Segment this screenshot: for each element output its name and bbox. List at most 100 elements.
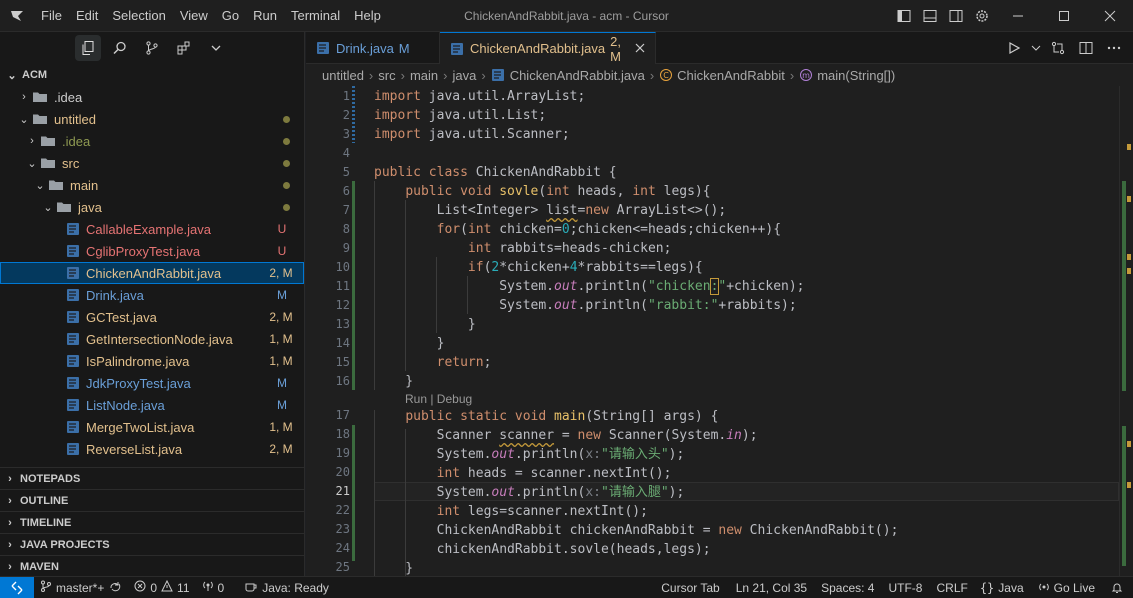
- close-window-button[interactable]: [1087, 0, 1133, 32]
- breadcrumb-java[interactable]: java: [452, 68, 476, 83]
- menu-terminal[interactable]: Terminal: [284, 0, 347, 32]
- tree-folder-idea-nested[interactable]: › .idea: [0, 130, 304, 152]
- tree-file-getintersectionnode[interactable]: GetIntersectionNode.java 1, M: [0, 328, 304, 350]
- java-status[interactable]: Java: Ready: [238, 580, 335, 595]
- section-notepads[interactable]: › NOTEPADS: [0, 467, 304, 489]
- line-number: 16: [335, 374, 350, 388]
- code-editor[interactable]: 1 2 3 4 5 6 7 8 9 10 11 12 13 14 15 16 1…: [306, 86, 1133, 576]
- maximize-button[interactable]: [1041, 0, 1087, 32]
- ports-status[interactable]: 0: [196, 580, 231, 595]
- line-number-gutter: 1 2 3 4 5 6 7 8 9 10 11 12 13 14 15 16 1…: [306, 86, 356, 576]
- menu-view[interactable]: View: [173, 0, 215, 32]
- git-branch-status[interactable]: master*+: [34, 580, 128, 595]
- chevron-down-icon: ⌄: [43, 201, 53, 214]
- cursor-position[interactable]: Ln 21, Col 35: [730, 581, 815, 595]
- source-control-icon[interactable]: [139, 35, 165, 61]
- overview-ruler-scrollbar[interactable]: [1119, 86, 1133, 576]
- section-maven[interactable]: › MAVEN: [0, 555, 304, 577]
- tree-file-jdkproxytest[interactable]: JdkProxyTest.java M: [0, 372, 304, 394]
- java-file-icon: [66, 332, 80, 346]
- menu-go[interactable]: Go: [215, 0, 246, 32]
- chevron-right-icon: ›: [8, 494, 12, 507]
- go-live-button[interactable]: Go Live: [1030, 581, 1101, 596]
- section-outline[interactable]: › OUTLINE: [0, 489, 304, 511]
- notifications-bell-icon[interactable]: [1101, 582, 1133, 594]
- indentation-status[interactable]: Spaces: 4: [815, 581, 882, 595]
- java-file-icon: [66, 398, 80, 412]
- breadcrumb-main[interactable]: main: [410, 68, 438, 83]
- minimize-button[interactable]: [995, 0, 1041, 32]
- explorer-files-icon[interactable]: [75, 35, 101, 61]
- tree-file-gctest[interactable]: GCTest.java 2, M: [0, 306, 304, 328]
- remote-window-icon[interactable]: [0, 576, 34, 598]
- breadcrumb-class[interactable]: C ChickenAndRabbit: [659, 68, 785, 83]
- menu-help[interactable]: Help: [347, 0, 388, 32]
- run-play-icon[interactable]: [1003, 37, 1025, 59]
- error-icon: [134, 580, 146, 595]
- explorer-root-acm[interactable]: ⌄ ACM: [0, 64, 304, 86]
- tree-file-drink[interactable]: Drink.java M: [0, 284, 304, 306]
- problems-status[interactable]: 0 11: [128, 579, 195, 595]
- open-changes-icon[interactable]: [1047, 37, 1069, 59]
- more-actions-icon[interactable]: [1103, 37, 1125, 59]
- split-editor-icon[interactable]: [1075, 37, 1097, 59]
- tab-chickenandrabbit-java[interactable]: ChickenAndRabbit.java 2, M: [440, 32, 656, 64]
- tree-folder-src[interactable]: ⌄ src: [0, 152, 304, 174]
- line-number: 11: [335, 279, 350, 293]
- tree-file-mergetwolist[interactable]: MergeTwoList.java 1, M: [0, 416, 304, 438]
- tree-file-cglibproxytest[interactable]: CglibProxyTest.java U: [0, 240, 304, 262]
- section-java-projects[interactable]: › JAVA PROJECTS: [0, 533, 304, 555]
- breadcrumb-file[interactable]: ChickenAndRabbit.java: [491, 68, 645, 83]
- eol-status[interactable]: CRLF: [930, 581, 973, 595]
- line-number: 13: [335, 317, 350, 331]
- encoding-status[interactable]: UTF-8: [882, 581, 930, 595]
- folder-icon: [40, 135, 56, 147]
- breadcrumb-src[interactable]: src: [378, 68, 395, 83]
- line-number: 23: [335, 522, 350, 536]
- modified-dot: [283, 203, 290, 211]
- menu-selection[interactable]: Selection: [105, 0, 172, 32]
- tab-drink-java[interactable]: Drink.java M: [306, 32, 440, 64]
- tree-folder-idea[interactable]: › .idea: [0, 86, 304, 108]
- java-file-icon: [66, 376, 80, 390]
- line-number: 18: [335, 427, 350, 441]
- tree-folder-main[interactable]: ⌄ main: [0, 174, 304, 196]
- java-file-icon: [66, 310, 80, 324]
- breadcrumb-method[interactable]: m main(String[]): [799, 68, 895, 83]
- java-file-icon: [66, 420, 80, 434]
- run-options-chevron-icon[interactable]: [1031, 37, 1041, 59]
- tree-file-ispalindrome[interactable]: IsPalindrome.java 1, M: [0, 350, 304, 372]
- breadcrumb-untitled[interactable]: untitled: [322, 68, 364, 83]
- menu-edit[interactable]: Edit: [69, 0, 105, 32]
- menu-run[interactable]: Run: [246, 0, 284, 32]
- section-timeline[interactable]: › TIMELINE: [0, 511, 304, 533]
- toggle-secondary-sidebar-icon[interactable]: [943, 0, 969, 32]
- code-line: return;: [436, 355, 492, 370]
- tree-file-reverselist[interactable]: ReverseList.java 2, M: [0, 438, 304, 460]
- settings-gear-icon[interactable]: [969, 0, 995, 32]
- extensions-icon[interactable]: [171, 35, 197, 61]
- status-bar: master*+ 0 11 0 Java: Ready Cursor Tab L…: [0, 576, 1133, 598]
- menu-file[interactable]: File: [34, 0, 69, 32]
- tree-folder-java[interactable]: ⌄ java: [0, 196, 304, 218]
- search-icon[interactable]: [107, 35, 133, 61]
- modified-dot: [283, 181, 290, 189]
- tree-file-callableexample[interactable]: CallableExample.java U: [0, 218, 304, 240]
- language-mode[interactable]: {} Java: [974, 581, 1030, 595]
- line-number: 22: [335, 503, 350, 517]
- modified-dot: [283, 159, 290, 167]
- java-file-icon: [450, 42, 464, 56]
- breadcrumb-separator-icon: ›: [789, 67, 795, 83]
- editor-tabs: Drink.java M ChickenAndRabbit.java 2, M: [306, 32, 1133, 64]
- folder-icon: [56, 201, 72, 213]
- close-tab-icon[interactable]: [635, 41, 645, 56]
- sync-icon: [108, 580, 122, 595]
- more-views-chevron-icon[interactable]: [203, 35, 229, 61]
- tree-file-listnode[interactable]: ListNode.java M: [0, 394, 304, 416]
- code-line: import java.util.Scanner;: [374, 127, 570, 142]
- cursor-tab-status[interactable]: Cursor Tab: [655, 581, 729, 595]
- toggle-primary-sidebar-icon[interactable]: [891, 0, 917, 32]
- toggle-panel-icon[interactable]: [917, 0, 943, 32]
- tree-folder-untitled[interactable]: ⌄ untitled: [0, 108, 304, 130]
- tree-file-chickenandrabbit[interactable]: ChickenAndRabbit.java 2, M: [0, 262, 304, 284]
